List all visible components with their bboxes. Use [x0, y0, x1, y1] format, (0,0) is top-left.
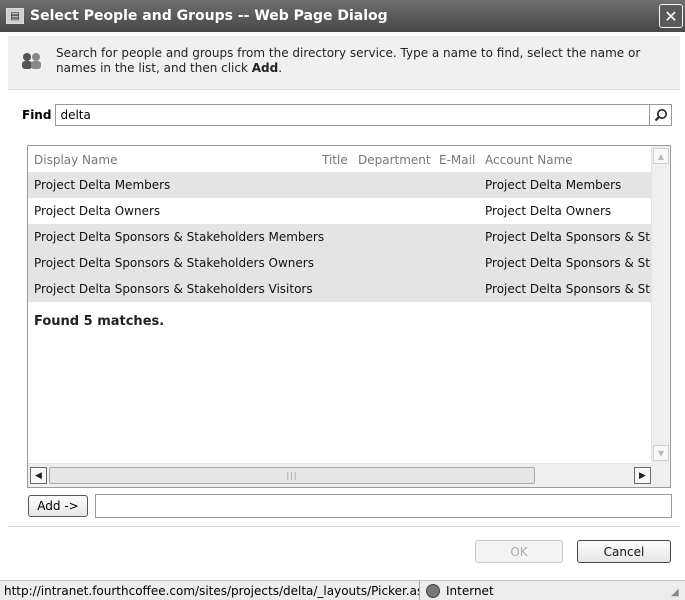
intro-text-add: Add: [251, 61, 279, 75]
cancel-button[interactable]: Cancel: [577, 540, 671, 563]
people-icon: [20, 50, 44, 72]
scroll-up-icon[interactable]: ▲: [653, 148, 669, 164]
find-label: Find: [22, 108, 52, 122]
row-display-name: Project Delta Sponsors & Stakeholders Ow…: [34, 256, 314, 270]
ok-button[interactable]: OK: [475, 540, 563, 563]
table-row[interactable]: Project Delta Sponsors & Stakeholders Vi…: [28, 276, 653, 302]
row-display-name: Project Delta Members: [34, 178, 171, 192]
close-button[interactable]: ✕: [659, 4, 683, 28]
table-row[interactable]: Project Delta Owners Project Delta Owner…: [28, 198, 653, 224]
grid-header: Display Name Title Department E-Mail Acc…: [28, 146, 653, 172]
dialog-window-icon: ▤: [6, 8, 24, 24]
found-matches-text: Found 5 matches.: [34, 314, 165, 329]
security-zone: Internet: [420, 583, 494, 598]
find-input[interactable]: delta: [55, 104, 650, 126]
column-email[interactable]: E-Mail: [439, 153, 475, 167]
row-display-name: Project Delta Owners: [34, 204, 161, 218]
results-grid: Display Name Title Department E-Mail Acc…: [27, 145, 671, 488]
status-url: http://intranet.fourthcoffee.com/sites/p…: [0, 581, 420, 600]
globe-icon: [426, 583, 440, 598]
divider: [8, 526, 680, 527]
column-display-name[interactable]: Display Name: [34, 153, 117, 167]
find-row: Find delta: [22, 104, 672, 126]
table-row[interactable]: Project Delta Sponsors & Stakeholders Me…: [28, 224, 653, 250]
title-bar: ▤ Select People and Groups -- Web Page D…: [0, 0, 685, 32]
scrollbar-corner: [651, 463, 670, 487]
window-title: Select People and Groups -- Web Page Dia…: [30, 8, 388, 24]
vertical-scrollbar[interactable]: ▲ ▼: [651, 146, 670, 463]
scroll-down-icon[interactable]: ▼: [653, 445, 669, 461]
row-display-name: Project Delta Sponsors & Stakeholders Me…: [34, 230, 325, 244]
table-row[interactable]: Project Delta Sponsors & Stakeholders Ow…: [28, 250, 653, 276]
intro-text-main: Search for people and groups from the di…: [56, 46, 641, 75]
row-account-name: Project Delta Members: [485, 178, 622, 192]
scroll-right-icon[interactable]: ▶: [634, 467, 651, 484]
scrollbar-thumb[interactable]: |||: [49, 467, 535, 484]
results-rows: Project Delta Members Project Delta Memb…: [28, 172, 653, 302]
resize-grip-icon[interactable]: ◢: [671, 587, 683, 599]
row-account-name: Project Delta Sponsors & Sta: [485, 282, 653, 296]
column-department[interactable]: Department: [358, 153, 431, 167]
column-title[interactable]: Title: [322, 153, 348, 167]
zone-label: Internet: [446, 583, 494, 598]
row-display-name: Project Delta Sponsors & Stakeholders Vi…: [34, 282, 313, 296]
add-button[interactable]: Add ->: [28, 495, 88, 517]
row-account-name: Project Delta Owners: [485, 204, 612, 218]
row-account-name: Project Delta Sponsors & Sta: [485, 256, 653, 270]
horizontal-scrollbar[interactable]: ◀ ||| ▶: [28, 463, 653, 487]
search-icon: [654, 109, 667, 122]
scroll-left-icon[interactable]: ◀: [30, 467, 47, 484]
table-row[interactable]: Project Delta Members Project Delta Memb…: [28, 172, 653, 198]
selected-names-input[interactable]: [95, 494, 672, 518]
intro-text-end: .: [278, 61, 283, 75]
search-button[interactable]: [650, 104, 672, 126]
status-bar: http://intranet.fourthcoffee.com/sites/p…: [0, 580, 685, 600]
intro-panel: Search for people and groups from the di…: [8, 36, 680, 90]
close-icon: ✕: [664, 6, 678, 26]
intro-text: Search for people and groups from the di…: [56, 46, 668, 79]
column-account-name[interactable]: Account Name: [485, 153, 573, 167]
row-account-name: Project Delta Sponsors & Sta: [485, 230, 653, 244]
